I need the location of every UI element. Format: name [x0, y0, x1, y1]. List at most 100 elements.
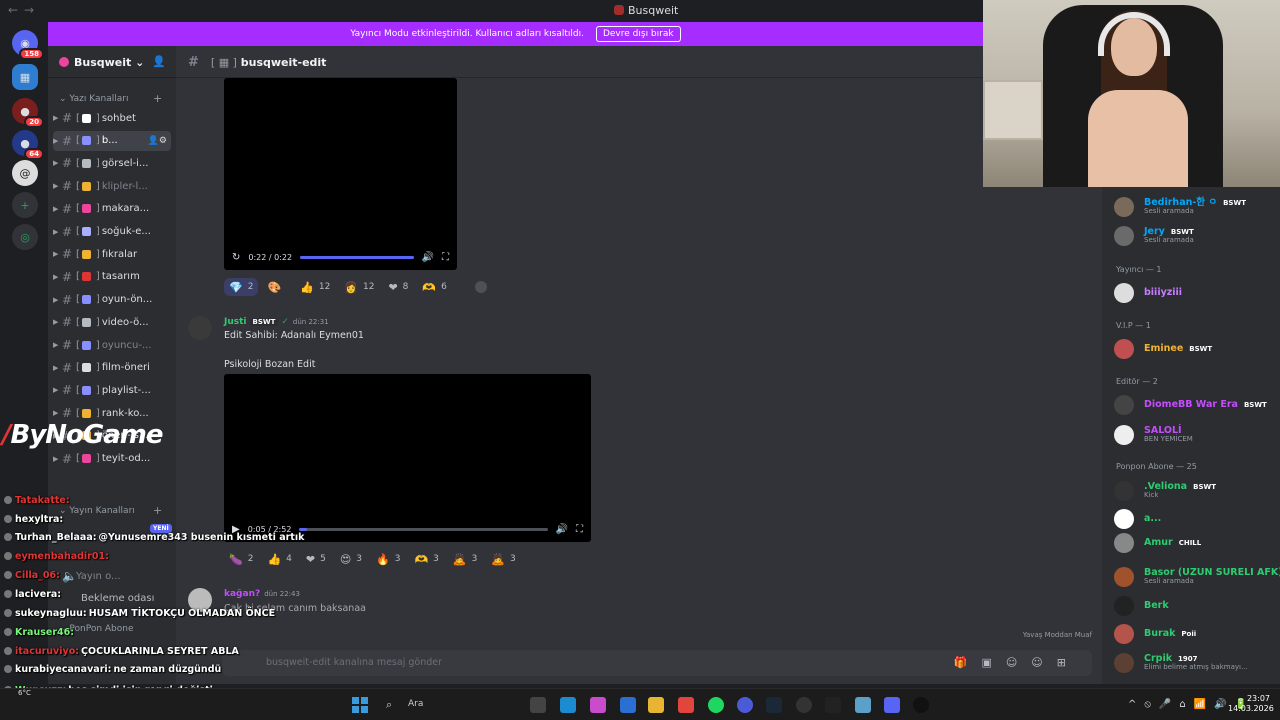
chevron-right-icon[interactable]: ▶: [53, 364, 62, 372]
volume-icon[interactable]: 🔊: [422, 252, 434, 263]
composer-icons[interactable]: 🎁▣☺☺⊞: [954, 656, 1080, 669]
reaction-pill[interactable]: 🫶 6: [417, 278, 451, 296]
nav-arrows-icon[interactable]: ←→: [8, 3, 40, 17]
member-item[interactable]: SALOLİ BEN YEMİCEM: [1114, 421, 1276, 449]
volume-icon[interactable]: 🔊: [556, 524, 568, 535]
video-progress[interactable]: [300, 255, 414, 259]
chevron-right-icon[interactable]: ▶: [53, 296, 62, 304]
chevron-right-icon[interactable]: ▶: [53, 250, 62, 258]
member-item[interactable]: Basor (UZUN SURELI AFK) Sesli aramada: [1114, 563, 1280, 591]
edge-icon[interactable]: [560, 697, 576, 713]
chevron-right-icon[interactable]: ▶: [53, 114, 62, 122]
category-text[interactable]: ⌄ Yazı Kanalları +: [59, 92, 162, 105]
video-player[interactable]: ↻ 0:22 / 0:22 🔊 ⛶: [224, 78, 457, 270]
reaction-pill[interactable]: ❤ 5: [301, 550, 331, 568]
discord-taskbar-icon[interactable]: [884, 697, 900, 713]
video-progress[interactable]: [299, 527, 548, 531]
sidebar-item-channel[interactable]: ▶ #[] oyun-ön...: [53, 290, 171, 310]
server-3[interactable]: ● 64: [12, 130, 44, 160]
replay-icon[interactable]: ↻: [232, 252, 240, 263]
sidebar-item-channel[interactable]: ▶ #[] film-öneri: [53, 358, 171, 378]
guild-header[interactable]: Busqweit ⌄ 👤: [48, 46, 176, 78]
sidebar-item-channel[interactable]: ▶ #[] b... 👤⚙: [53, 130, 171, 151]
chevron-right-icon[interactable]: ▶: [53, 228, 62, 236]
sidebar-item-channel[interactable]: ▶ #[] tasarım: [53, 267, 171, 287]
sidebar-item-channel[interactable]: ▶ #[] sohbet: [53, 108, 171, 128]
store-icon[interactable]: [620, 697, 636, 713]
task-view-icon[interactable]: [530, 697, 546, 713]
chevron-right-icon[interactable]: ▶: [53, 341, 62, 349]
channel-settings-icon[interactable]: 👤⚙: [148, 136, 171, 146]
member-item[interactable]: .Veliona BSWT Kick: [1114, 477, 1276, 505]
reaction-emoji: 🙇: [452, 552, 467, 566]
disable-button[interactable]: Devre dışı bırak: [595, 26, 681, 42]
reaction-pill[interactable]: 👩 12: [339, 278, 379, 296]
sidebar-item-channel[interactable]: ▶ #[] klipler-l...: [53, 176, 171, 196]
media-icon[interactable]: [913, 697, 929, 713]
epic-icon[interactable]: [825, 697, 841, 713]
sidebar-item-channel[interactable]: ▶ #[] görsel-i...: [53, 153, 171, 173]
windows-start-icon[interactable]: [352, 697, 368, 713]
member-item[interactable]: Bedirhan-한 ㅇ BSWT Sesli aramada: [1114, 193, 1276, 221]
fullscreen-icon[interactable]: ⛶: [442, 252, 449, 263]
add-server-button[interactable]: +: [12, 192, 38, 218]
reaction-emoji: 👩: [344, 280, 358, 294]
copilot-icon[interactable]: [590, 697, 606, 713]
reaction-pill[interactable]: 💎 2: [224, 278, 259, 296]
explorer-icon[interactable]: [648, 697, 664, 713]
chevron-right-icon[interactable]: ▶: [53, 386, 62, 394]
author-name[interactable]: Justi: [224, 317, 247, 327]
fullscreen-icon[interactable]: ⛶: [576, 524, 583, 535]
clock[interactable]: 23:07 14.03.2026: [1228, 694, 1274, 715]
chevron-right-icon[interactable]: ▶: [53, 409, 62, 417]
member-item[interactable]: DiomeBB War Era BSWT: [1114, 391, 1276, 419]
reaction-pill[interactable]: 😍 3: [335, 550, 367, 568]
member-item[interactable]: Crpik 1907 Elimi belime atmış bakmayı...: [1114, 649, 1276, 677]
reaction-pill[interactable]: 👍 12: [295, 278, 335, 296]
server-2[interactable]: ● 20: [12, 98, 44, 128]
chevron-right-icon[interactable]: ▶: [53, 205, 62, 213]
chevron-right-icon[interactable]: ▶: [53, 455, 62, 463]
sidebar-item-channel[interactable]: ▶ #[] teyit-od...: [53, 449, 171, 469]
sidebar-item-channel[interactable]: ▶ #[] oyuncu-...: [53, 335, 171, 355]
member-item[interactable]: Eminee BSWT: [1114, 335, 1276, 363]
reaction-pill[interactable]: 🔥 3: [371, 550, 405, 568]
settings-icon[interactable]: [855, 697, 871, 713]
sidebar-item-channel[interactable]: ▶ #[] makara...: [53, 199, 171, 219]
chrome-icon[interactable]: [678, 697, 694, 713]
member-item[interactable]: Burak Poii: [1114, 620, 1276, 648]
spotify-icon[interactable]: [708, 697, 724, 713]
chevron-right-icon[interactable]: ▶: [53, 273, 62, 281]
reaction-pill[interactable]: 🙇 3: [486, 550, 520, 568]
reaction-pill[interactable]: ❤ 8: [383, 278, 413, 296]
plus-icon[interactable]: +: [153, 92, 162, 105]
obs-icon[interactable]: [796, 697, 812, 713]
reaction-pill[interactable]: 🫶 3: [409, 550, 443, 568]
chevron-right-icon[interactable]: ▶: [53, 182, 62, 190]
steam-icon[interactable]: [766, 697, 782, 713]
server-raft[interactable]: ▦: [12, 64, 38, 90]
chevron-right-icon[interactable]: ▶: [53, 318, 62, 326]
compass-icon: ◎: [20, 230, 30, 244]
sidebar-item-channel[interactable]: ▶ #[] fıkralar: [53, 244, 171, 264]
home-button[interactable]: ◉ 158: [12, 30, 44, 60]
message-input[interactable]: busqweit-edit kanalına mesaj gönder 🎁▣☺☺…: [222, 650, 1092, 676]
app-icon[interactable]: [737, 697, 753, 713]
member-item[interactable]: Berk: [1114, 592, 1276, 620]
reaction-pill[interactable]: 🎨: [262, 278, 291, 296]
avatar[interactable]: [188, 316, 212, 340]
member-item[interactable]: Jery BSWT Sesli aramada: [1114, 222, 1276, 250]
member-item[interactable]: Amur CHILL: [1114, 529, 1276, 557]
member-item[interactable]: biiiyziii: [1114, 279, 1276, 307]
sidebar-item-channel[interactable]: ▶ #[] playlist-...: [53, 380, 171, 400]
chevron-right-icon[interactable]: ▶: [53, 137, 62, 145]
add-reaction-icon[interactable]: [475, 281, 487, 293]
invite-icon[interactable]: 👤: [152, 55, 166, 68]
sidebar-item-channel[interactable]: ▶ #[] video-ö...: [53, 312, 171, 332]
chevron-right-icon[interactable]: ▶: [53, 159, 62, 167]
sidebar-item-channel[interactable]: ▶ #[] soğuk-e...: [53, 222, 171, 242]
explore-button[interactable]: ◎: [12, 224, 38, 250]
server-4[interactable]: @: [12, 160, 38, 186]
reaction-pill[interactable]: 🙇 3: [448, 550, 482, 568]
taskbar-search[interactable]: ⌕ Ara: [378, 695, 516, 715]
